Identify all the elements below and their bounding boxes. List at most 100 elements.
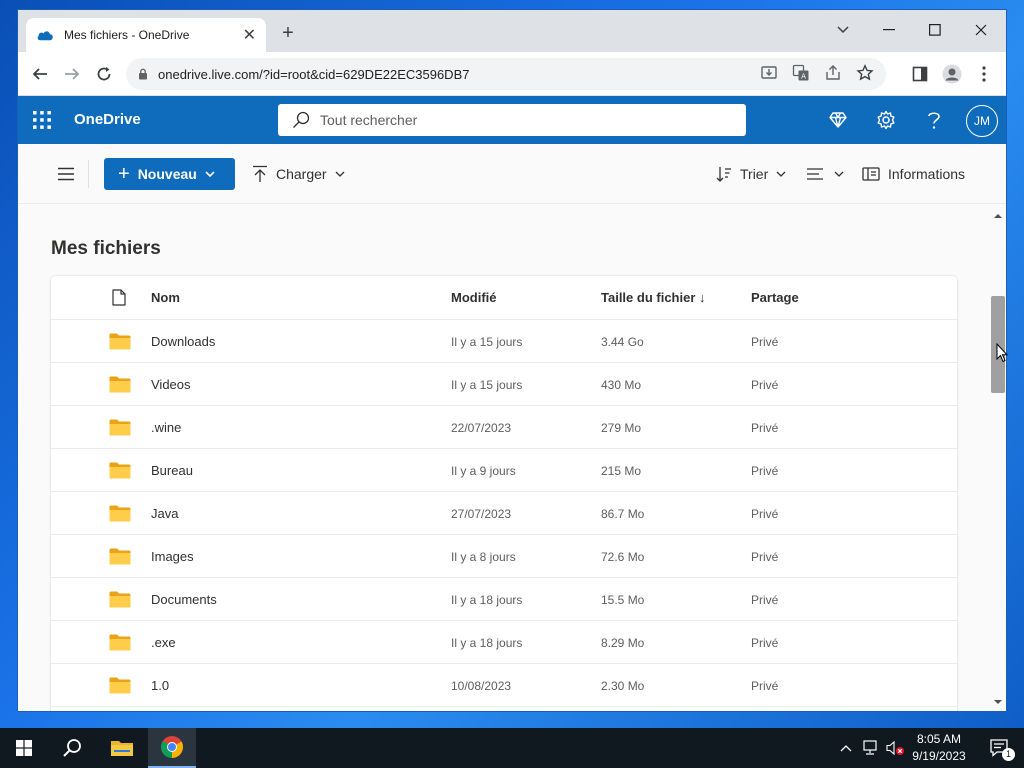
back-button[interactable]: [28, 62, 52, 86]
file-row[interactable]: 1.0 10/08/2023 2.30 Mo Privé: [51, 664, 957, 707]
file-name[interactable]: Bureau: [151, 463, 193, 478]
notification-center-button[interactable]: 1: [976, 728, 1024, 768]
share-icon[interactable]: [824, 64, 842, 82]
network-icon[interactable]: [862, 740, 880, 756]
question-icon: [928, 112, 940, 129]
minimize-button[interactable]: [866, 16, 912, 44]
file-row[interactable]: Java 27/07/2023 86.7 Mo Privé: [51, 492, 957, 535]
side-panel-icon: [912, 66, 928, 82]
start-button[interactable]: [0, 728, 48, 768]
address-bar[interactable]: onedrive.live.com/?id=root&cid=629DE22EC…: [126, 58, 886, 90]
file-size: 72.6 Mo: [601, 550, 645, 564]
bookmark-star-icon[interactable]: [856, 64, 874, 82]
tab-close-icon[interactable]: ✕: [243, 25, 256, 45]
tab-search-button[interactable]: [820, 16, 866, 44]
side-panel-button[interactable]: [908, 62, 932, 86]
file-row[interactable]: Images Il y a 8 jours 72.6 Mo Privé: [51, 535, 957, 578]
scrollbar[interactable]: [990, 204, 1006, 711]
view-options-button[interactable]: [806, 158, 844, 190]
gear-icon: [877, 110, 895, 130]
file-row[interactable]: .exe Il y a 18 jours 8.29 Mo Privé: [51, 621, 957, 664]
settings-button[interactable]: [874, 108, 898, 132]
lock-icon: [139, 68, 147, 80]
translate-icon[interactable]: A: [792, 64, 810, 82]
info-button[interactable]: Informations: [862, 158, 973, 190]
file-row[interactable]: Videos Il y a 15 jours 430 Mo Privé: [51, 363, 957, 406]
scroll-up-arrow-icon[interactable]: [994, 212, 1002, 220]
column-header-name[interactable]: Nom: [151, 290, 180, 305]
folder-icon: [109, 376, 131, 393]
app-name[interactable]: OneDrive: [74, 111, 141, 128]
file-size: 3.44 Go: [601, 335, 644, 349]
file-name[interactable]: Java: [151, 506, 178, 521]
file-sharing: Privé: [751, 636, 779, 650]
taskbar-search-button[interactable]: [48, 728, 96, 768]
forward-button[interactable]: [60, 62, 84, 86]
profile-button[interactable]: [940, 62, 964, 86]
tab-onedrive[interactable]: Mes fichiers - OneDrive ✕: [26, 18, 266, 52]
file-modified: Il y a 15 jours: [451, 335, 523, 349]
upload-label: Charger: [276, 166, 327, 182]
maximize-button[interactable]: [912, 16, 958, 44]
install-app-icon[interactable]: [760, 64, 778, 82]
column-header-sharing[interactable]: Partage: [751, 290, 799, 305]
file-size: 15.5 Mo: [601, 593, 645, 607]
sort-button[interactable]: Trier: [716, 158, 786, 190]
file-name[interactable]: Downloads: [151, 334, 215, 349]
file-modified: Il y a 15 jours: [451, 378, 523, 392]
file-sharing: Privé: [751, 421, 779, 435]
premium-button[interactable]: [826, 108, 850, 132]
sort-label: Trier: [740, 166, 769, 182]
file-modified: 22/07/2023: [451, 421, 512, 435]
chevron-down-icon: [776, 171, 786, 177]
hamburger-menu-icon[interactable]: [56, 164, 76, 184]
app-launcher-icon[interactable]: [32, 110, 52, 130]
diamond-icon: [829, 112, 847, 128]
help-button[interactable]: [922, 108, 946, 132]
file-name[interactable]: Images: [151, 549, 194, 564]
taskbar-chrome[interactable]: [148, 728, 196, 768]
sort-icon: [716, 167, 731, 182]
file-name[interactable]: .wine: [151, 420, 181, 435]
notification-count: 1: [1002, 748, 1015, 761]
file-name[interactable]: 1.0: [151, 678, 169, 693]
file-sharing: Privé: [751, 464, 779, 478]
file-row[interactable]: Downloads Il y a 15 jours 3.44 Go Privé: [51, 320, 957, 363]
new-button[interactable]: + Nouveau: [104, 158, 235, 190]
file-row[interactable]: Bureau Il y a 9 jours 215 Mo Privé: [51, 449, 957, 492]
file-row[interactable]: .wine 22/07/2023 279 Mo Privé: [51, 406, 957, 449]
reload-button[interactable]: [92, 62, 116, 86]
file-name[interactable]: Documents: [151, 592, 217, 607]
search-icon: [293, 111, 310, 128]
scroll-down-arrow-icon[interactable]: [994, 698, 1002, 706]
search-input[interactable]: [320, 112, 720, 128]
chevron-up-icon[interactable]: [840, 744, 852, 752]
file-sharing: Privé: [751, 679, 779, 693]
column-header-modified[interactable]: Modifié: [451, 290, 497, 305]
chrome-icon: [161, 736, 183, 758]
upload-icon: [253, 165, 267, 182]
command-divider: [88, 160, 89, 188]
profile-icon: [942, 64, 962, 84]
list-view-icon: [807, 168, 823, 180]
file-row[interactable]: Documents Il y a 18 jours 15.5 Mo Privé: [51, 578, 957, 621]
file-type-icon[interactable]: [112, 289, 126, 306]
account-avatar[interactable]: JM: [966, 105, 998, 137]
clock[interactable]: 8:05 AM 9/19/2023: [900, 731, 978, 765]
file-name[interactable]: Videos: [151, 377, 191, 392]
file-size: 8.29 Mo: [601, 636, 645, 650]
new-button-label: Nouveau: [137, 166, 197, 182]
windows-taskbar: 8:05 AM 9/19/2023 1: [0, 728, 1024, 768]
column-header-size[interactable]: Taille du fichier ↓: [601, 290, 706, 305]
file-modified: Il y a 9 jours: [451, 464, 516, 478]
file-modified: Il y a 8 jours: [451, 550, 516, 564]
file-name[interactable]: .exe: [151, 635, 176, 650]
close-window-button[interactable]: [958, 16, 1004, 44]
folder-icon: [109, 419, 131, 436]
browser-menu-button[interactable]: [972, 62, 996, 86]
upload-button[interactable]: Charger: [252, 158, 345, 190]
file-size: 430 Mo: [601, 378, 642, 392]
search-box[interactable]: [278, 104, 746, 136]
taskbar-file-explorer[interactable]: [98, 728, 146, 768]
new-tab-button[interactable]: +: [276, 22, 300, 46]
